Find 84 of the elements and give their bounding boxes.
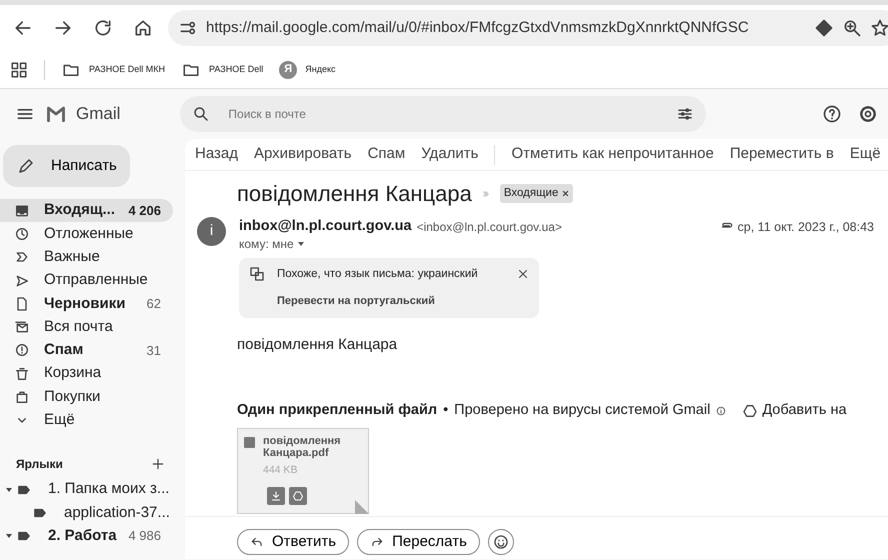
- star-icon[interactable]: [870, 18, 888, 38]
- label-item[interactable]: 1. Папка моих з...: [0, 478, 173, 502]
- toolbar-action[interactable]: Спам: [368, 143, 406, 166]
- compose-button[interactable]: Написать: [3, 145, 130, 187]
- reply-button[interactable]: Ответить: [237, 528, 350, 555]
- search-bar[interactable]: Поиск в почте: [180, 96, 706, 132]
- pencil-icon: [17, 157, 35, 175]
- toolbar-action[interactable]: Ещё: [850, 143, 881, 166]
- info-icon[interactable]: [716, 406, 726, 416]
- sender-email: <inbox@ln.pl.court.gov.ua>: [416, 218, 562, 236]
- download-button[interactable]: [267, 486, 285, 505]
- label-item[interactable]: 2. Работа 4 986: [0, 524, 173, 548]
- page-fold-icon: [355, 500, 369, 514]
- nav-item[interactable]: Черновики 62: [0, 292, 173, 316]
- nav-count: 4 206: [128, 202, 161, 220]
- recipient-menu[interactable]: кому: мне: [239, 238, 304, 250]
- mail-logo-icon: [44, 104, 68, 124]
- bookmark[interactable]: Я Яндекс: [279, 60, 336, 78]
- nav-item[interactable]: Входящ... 4 206: [0, 199, 173, 222]
- scan-note: Проверено на вирусы системой Gmail: [454, 401, 710, 420]
- diamond-icon[interactable]: [814, 18, 834, 38]
- bookmark[interactable]: РАЗНОЕ Dell: [181, 60, 264, 78]
- bookmark[interactable]: РАЗНОЕ Dell МКН: [61, 60, 165, 78]
- inbox-icon: [14, 202, 30, 219]
- nav-item[interactable]: Отложенные: [0, 222, 173, 246]
- attachments-title: Один прикрепленный файл: [237, 401, 438, 420]
- trash-icon: [14, 366, 30, 382]
- nav-count: 62: [146, 295, 161, 314]
- sender-name: inbox@ln.pl.court.gov.ua: [239, 217, 412, 236]
- toolbar-action[interactable]: Переместить в: [730, 143, 834, 166]
- pdf-file-icon: [244, 436, 255, 448]
- attachment-card[interactable]: повідомлення Канцара.pdf 444 KB: [237, 428, 369, 514]
- separator-dot: •: [443, 401, 448, 420]
- toolbar-action[interactable]: Удалить: [421, 143, 478, 166]
- add-to-drive-button[interactable]: [289, 486, 307, 505]
- nav-item[interactable]: Спам 31: [0, 338, 173, 362]
- dropdown-caret-icon: [298, 242, 304, 246]
- close-icon[interactable]: [517, 268, 529, 280]
- translate-link[interactable]: Перевести на португальский: [277, 293, 435, 310]
- nav-item[interactable]: Важные: [0, 246, 173, 269]
- clock-icon: [14, 226, 30, 242]
- expand-caret-icon[interactable]: [6, 534, 12, 538]
- alert-icon: [14, 342, 30, 358]
- add-to-drive-link[interactable]: Добавить на: [742, 400, 847, 422]
- nav-item[interactable]: Ещё: [0, 408, 173, 432]
- forward-button[interactable]: Переслать: [357, 528, 480, 555]
- toolbar-action[interactable]: Отметить как непрочитанное: [511, 143, 714, 166]
- mail-stack-icon: [14, 319, 30, 336]
- add-icon[interactable]: [151, 456, 165, 471]
- search-field[interactable]: Поиск в почте: [226, 96, 660, 132]
- nav-item[interactable]: Корзина: [0, 362, 173, 386]
- translate-icon: [249, 266, 265, 282]
- site-logo-icon: Я: [279, 60, 298, 78]
- help-icon[interactable]: [822, 104, 842, 124]
- zoom-icon[interactable]: [842, 18, 862, 38]
- shopping-bag-icon: [14, 389, 30, 406]
- translate-notice: Похоже, что язык письма: украинский: [277, 266, 479, 282]
- emoji-button[interactable]: [488, 528, 514, 555]
- reload-icon: [93, 18, 113, 38]
- toolbar-action[interactable]: Назад: [195, 143, 238, 166]
- apps-grid-icon[interactable]: [10, 60, 28, 78]
- label-item[interactable]: application-37...: [0, 501, 173, 525]
- attachment-name: повідомлення Канцара.pdf: [263, 434, 342, 460]
- avatar: i: [197, 217, 226, 246]
- nav-count: 31: [146, 342, 161, 360]
- search-icon: [192, 105, 210, 123]
- message-date: ср, 11 окт. 2023 г., 08:43: [738, 218, 874, 236]
- app-name: Gmail: [76, 103, 120, 126]
- nav-item[interactable]: Вся почта: [0, 315, 173, 339]
- toolbar-action[interactable]: Архивировать: [254, 143, 352, 166]
- send-icon: [14, 272, 30, 289]
- home-icon: [133, 18, 153, 38]
- message-subject: повідомлення Канцара: [237, 180, 472, 208]
- smiley-icon: [492, 534, 509, 550]
- nav-item[interactable]: Покупки: [0, 385, 173, 409]
- download-icon: [270, 490, 282, 502]
- expand-caret-icon[interactable]: [6, 488, 12, 492]
- nav-count: 4 986: [128, 527, 161, 546]
- labels-heading: Ярлыки: [16, 456, 63, 473]
- remove-icon[interactable]: [562, 190, 570, 197]
- attachment-size: 444 KB: [263, 463, 298, 478]
- message-body: повідомлення Канцара: [237, 334, 398, 354]
- label-chip[interactable]: Входящие: [500, 184, 574, 204]
- nav-item[interactable]: Отправленные: [0, 268, 173, 292]
